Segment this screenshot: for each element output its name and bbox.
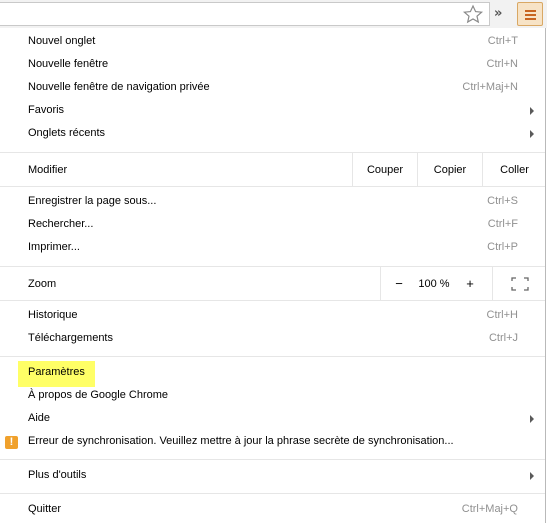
menu-item-label: Historique [28, 309, 78, 321]
menu-zoom-row: Zoom − 100 % + [0, 267, 545, 300]
menu-item-new-tab[interactable]: Nouvel onglet Ctrl+T [0, 31, 545, 54]
menu-item-shortcut: Ctrl+H [486, 309, 518, 321]
menu-item-more-tools[interactable]: Plus d'outils [0, 465, 545, 488]
menu-item-label: Rechercher... [28, 218, 94, 230]
menu-separator [0, 300, 545, 301]
submenu-arrow-icon [530, 472, 534, 480]
star-icon[interactable] [462, 4, 484, 24]
menu-item-incognito-window[interactable]: Nouvelle fenêtre de navigation privée Ct… [0, 77, 545, 100]
menu-item-shortcut: Ctrl+P [487, 241, 518, 253]
menu-edit-row: Modifier Couper Copier Coller [0, 153, 545, 186]
menu-item-recent-tabs[interactable]: Onglets récents [0, 123, 545, 146]
menu-item-print[interactable]: Imprimer... Ctrl+P [0, 237, 545, 260]
zoom-in-label: + [466, 276, 474, 291]
menu-item-label: Paramètres [28, 366, 85, 378]
menu-item-shortcut: Ctrl+Maj+N [462, 81, 518, 93]
menu-separator [0, 459, 545, 460]
menu-item-shortcut: Ctrl+Maj+Q [461, 503, 518, 515]
menu-item-label: Enregistrer la page sous... [28, 195, 157, 207]
menu-item-label: Téléchargements [28, 332, 113, 344]
menu-item-label: Imprimer... [28, 241, 80, 253]
copy-button-label: Copier [433, 163, 467, 176]
zoom-in-button[interactable]: + [452, 267, 488, 300]
menu-separator [0, 186, 545, 187]
menu-item-label: Favoris [28, 104, 65, 116]
menu-item-label: Aide [28, 412, 51, 424]
warning-icon: ! [5, 436, 18, 449]
fullscreen-icon [510, 276, 529, 291]
menu-item-downloads[interactable]: Téléchargements Ctrl+J [0, 328, 545, 351]
chevron-double-icon[interactable]: » [494, 6, 502, 21]
copy-button[interactable]: Copier [417, 153, 482, 186]
menu-item-save-page[interactable]: Enregistrer la page sous... Ctrl+S [0, 191, 545, 214]
menu-item-new-window[interactable]: Nouvelle fenêtre Ctrl+N [0, 54, 545, 77]
menu-item-sync-error[interactable]: ! Erreur de synchronisation. Veuillez me… [0, 431, 545, 454]
menu-item-bookmarks[interactable]: Favoris [0, 100, 545, 123]
menu-item-label: Nouvel onglet [28, 35, 96, 47]
zoom-out-button[interactable]: − [380, 267, 417, 300]
menu-separator [0, 493, 545, 494]
cut-button[interactable]: Couper [352, 153, 417, 186]
paste-button[interactable]: Coller [482, 153, 546, 186]
fullscreen-button[interactable] [492, 267, 546, 300]
zoom-label: Zoom [28, 278, 57, 290]
menu-item-label: Onglets récents [28, 127, 106, 139]
address-bar[interactable] [0, 2, 490, 26]
submenu-arrow-icon [530, 107, 534, 115]
menu-item-find[interactable]: Rechercher... Ctrl+F [0, 214, 545, 237]
edit-label: Modifier [28, 164, 68, 176]
menu-item-settings[interactable]: Paramètres [0, 362, 545, 385]
menu-separator [0, 356, 545, 357]
menu-item-shortcut: Ctrl+F [487, 218, 518, 230]
menu-item-history[interactable]: Historique Ctrl+H [0, 305, 545, 328]
submenu-arrow-icon [530, 415, 534, 423]
menu-item-shortcut: Ctrl+S [487, 195, 518, 207]
menu-item-shortcut: Ctrl+N [486, 58, 518, 70]
menu-item-label: Quitter [28, 503, 62, 515]
menu-item-label: Erreur de synchronisation. Veuillez mett… [28, 435, 454, 447]
zoom-out-label: − [395, 276, 403, 291]
menu-item-label: Nouvelle fenêtre [28, 58, 109, 70]
menu-item-shortcut: Ctrl+J [488, 332, 518, 344]
chrome-menu: Nouvel onglet Ctrl+T Nouvelle fenêtre Ct… [0, 28, 546, 523]
menu-item-label: À propos de Google Chrome [28, 389, 169, 401]
zoom-value: 100 % [418, 277, 450, 290]
zoom-level: 100 % [417, 267, 451, 300]
menu-item-quit[interactable]: Quitter Ctrl+Maj+Q [0, 499, 545, 522]
menu-item-about-chrome[interactable]: À propos de Google Chrome [0, 385, 545, 408]
browser-toolbar: » [0, 0, 547, 28]
menu-item-shortcut: Ctrl+T [487, 35, 518, 47]
hamburger-menu-icon[interactable] [517, 2, 543, 26]
menu-item-label: Plus d'outils [28, 469, 87, 481]
cut-button-label: Couper [366, 163, 404, 176]
menu-item-label: Nouvelle fenêtre de navigation privée [28, 81, 210, 93]
menu-item-help[interactable]: Aide [0, 408, 545, 431]
submenu-arrow-icon [530, 130, 534, 138]
paste-button-label: Coller [500, 163, 529, 176]
